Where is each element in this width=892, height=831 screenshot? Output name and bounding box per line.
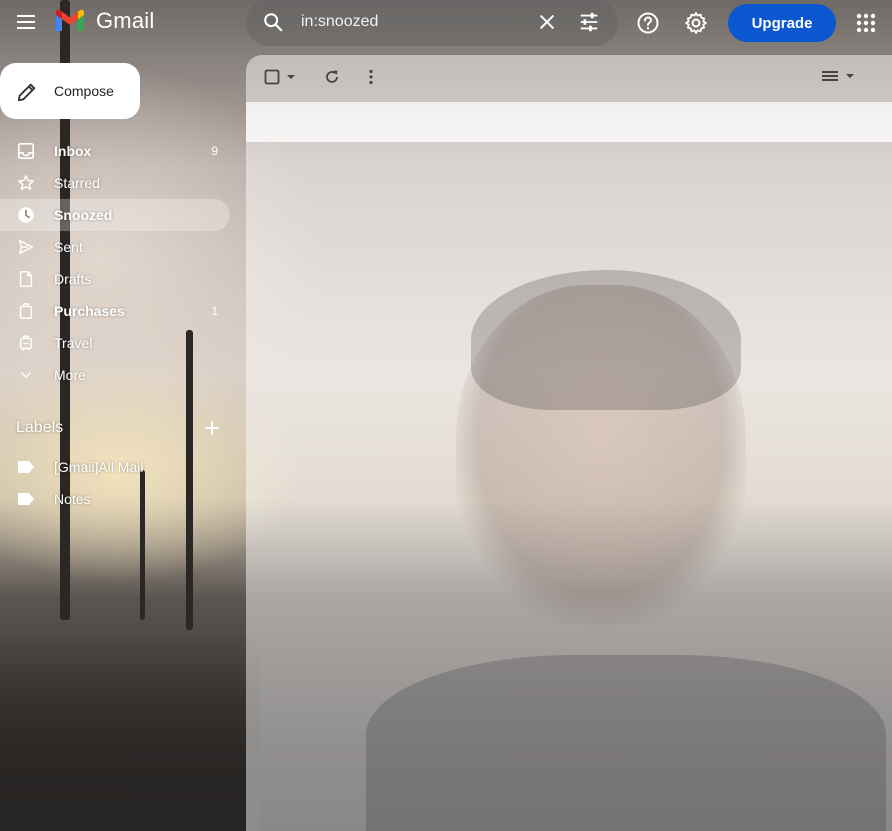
background-photo-hair — [471, 270, 741, 410]
caret-down-icon — [846, 74, 854, 78]
apps-grid-icon — [856, 13, 876, 33]
sidebar-item-label: Purchases — [54, 303, 125, 319]
sidebar-item-label: Inbox — [54, 143, 92, 159]
label-tag-icon — [18, 461, 34, 473]
star-icon — [18, 175, 34, 191]
compose-button[interactable]: Compose — [0, 63, 140, 119]
sidebar-item-label: More — [54, 367, 86, 383]
background-road — [0, 631, 260, 831]
send-icon — [18, 239, 34, 255]
sidebar-item-label: Drafts — [54, 271, 92, 287]
checkbox-icon — [264, 69, 280, 85]
select-all-checkbox[interactable] — [264, 69, 296, 85]
chevron-down-icon — [21, 372, 31, 379]
search-bar[interactable]: in:snoozed — [246, 0, 618, 46]
labels-heading: Labels — [16, 419, 64, 436]
main-menu-button[interactable] — [8, 4, 44, 40]
sidebar-item-more[interactable]: More — [0, 359, 230, 391]
more-vert-icon — [369, 69, 373, 85]
clear-search-icon[interactable] — [536, 11, 558, 33]
sidebar-item-drafts[interactable]: Drafts — [0, 263, 230, 295]
message-list-panel — [246, 55, 892, 831]
app-name: Gmail — [96, 8, 155, 33]
label-name: [Gmail]All Mail — [54, 459, 144, 475]
refresh-button[interactable] — [324, 69, 340, 85]
search-input[interactable]: in:snoozed — [301, 13, 378, 31]
support-button[interactable] — [634, 9, 662, 37]
top-bar: Gmail in:snoozed Upgrade — [0, 0, 892, 47]
label-item-all-mail[interactable]: [Gmail]All Mail — [0, 451, 230, 483]
compose-label: Compose — [54, 83, 114, 99]
sidebar-item-snoozed[interactable]: Snoozed — [0, 199, 230, 231]
search-icon[interactable] — [262, 11, 284, 33]
plus-icon — [205, 421, 219, 435]
list-toolbar — [246, 55, 892, 102]
search-options-icon[interactable] — [578, 11, 600, 33]
gear-icon — [685, 12, 707, 34]
more-actions-button[interactable] — [368, 69, 374, 85]
sidebar-item-starred[interactable]: Starred — [0, 167, 230, 199]
gmail-logo[interactable]: Gmail — [54, 8, 154, 34]
google-apps-button[interactable] — [852, 9, 880, 37]
sidebar-item-label: Sent — [54, 239, 83, 255]
draft-icon — [19, 271, 33, 287]
sidebar-item-label: Travel — [54, 335, 93, 351]
list-density-icon — [822, 71, 838, 81]
hamburger-menu-icon — [17, 15, 35, 29]
sidebar-item-label: Snoozed — [54, 207, 113, 223]
luggage-icon — [19, 335, 33, 351]
upgrade-button[interactable]: Upgrade — [728, 4, 836, 42]
list-tabs-strip — [246, 102, 892, 142]
inbox-icon — [17, 142, 35, 160]
label-tag-icon — [18, 493, 34, 505]
label-item-notes[interactable]: Notes — [0, 483, 230, 515]
unread-count: 9 — [211, 144, 218, 158]
pencil-icon — [17, 83, 36, 102]
density-toggle[interactable] — [821, 69, 855, 83]
sidebar-item-sent[interactable]: Sent — [0, 231, 230, 263]
sidebar-item-travel[interactable]: Travel — [0, 327, 230, 359]
create-label-button[interactable] — [202, 418, 222, 438]
sidebar-item-purchases[interactable]: Purchases 1 — [0, 295, 230, 327]
unread-count: 1 — [211, 304, 218, 318]
label-name: Notes — [54, 491, 91, 507]
sidebar-item-inbox[interactable]: Inbox 9 — [0, 135, 230, 167]
sidebar-nav: Inbox 9 Starred Snoozed Sent Drafts Purc… — [0, 135, 230, 391]
caret-down-icon — [287, 75, 295, 79]
help-icon — [637, 12, 659, 34]
purchases-icon — [19, 303, 33, 319]
background-photo-shirt — [366, 655, 886, 831]
sidebar-item-label: Starred — [54, 175, 100, 191]
refresh-icon — [326, 70, 338, 83]
clock-icon — [18, 207, 34, 223]
gmail-m-icon — [56, 9, 84, 31]
settings-button[interactable] — [682, 9, 710, 37]
